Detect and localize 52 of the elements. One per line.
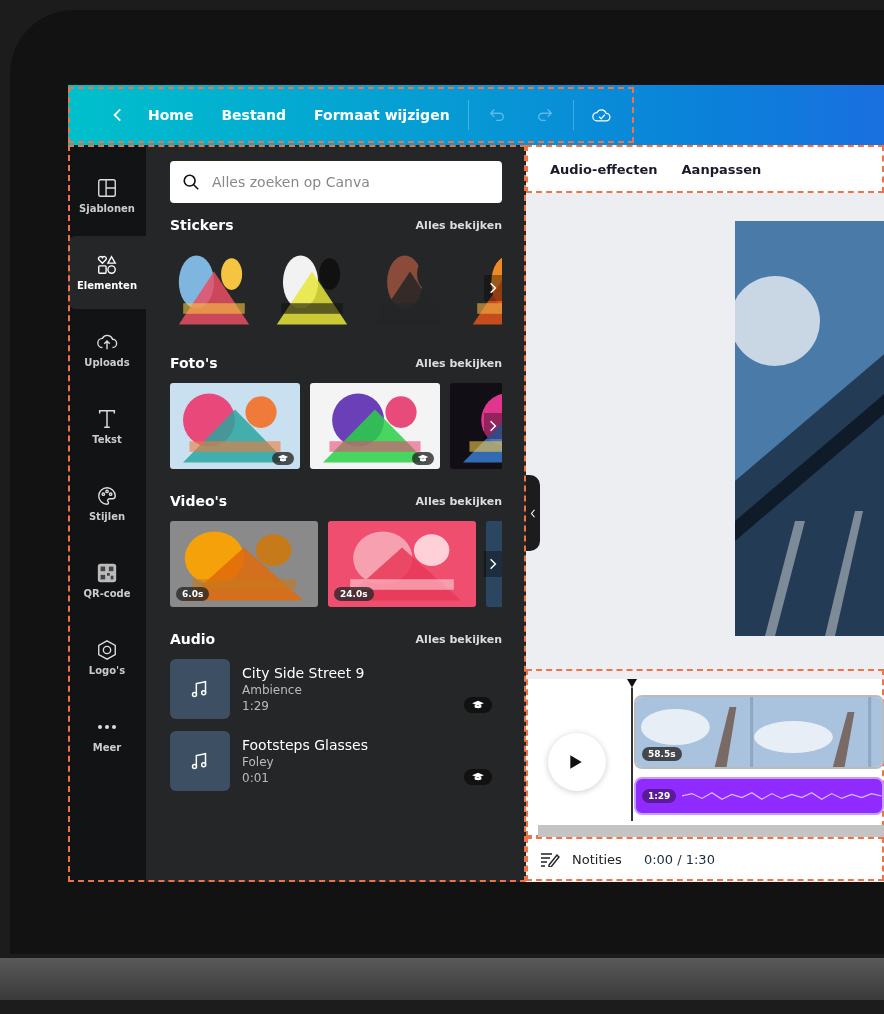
see-all-link[interactable]: Alles bekijken [415,632,502,646]
notes-button[interactable]: Notities [540,851,622,867]
search-field[interactable]: Alles zoeken op Canva [170,161,502,203]
next-arrow-button[interactable] [484,275,502,301]
toolbar-button[interactable]: Audio-effecten [538,161,670,177]
scroll-bar[interactable] [538,825,884,837]
search-icon [182,173,200,191]
video-track[interactable]: 58.5s [634,695,884,769]
shapes-icon [96,254,118,276]
duration-badge: 1:29 [642,789,677,803]
audio-thumbnail [170,659,230,719]
playback-time: 0:00 / 1:30 [643,851,715,867]
track-category: Ambience [242,683,303,697]
track-duration: 0:01 [242,771,270,785]
audio-track-item[interactable]: City Side Street 9 Ambience 1:29 [170,659,502,719]
see-all-link[interactable]: Alles bekijken [415,356,502,370]
text-icon [96,408,118,430]
next-arrow-button[interactable] [484,413,502,439]
duration-badge: 58.5s [642,747,682,761]
chevron-right-icon [489,419,497,433]
play-icon [569,754,583,770]
palette-icon [96,485,118,507]
see-all-link[interactable]: Alles bekijken [415,218,502,232]
track-title: Footsteps Glasses [242,737,369,753]
play-button[interactable] [548,733,606,791]
audio-track-item[interactable]: Footsteps Glasses Foley 0:01 [170,731,502,791]
cloud-check-icon[interactable] [591,106,612,124]
more-icon [97,725,117,729]
collapse-panel-button[interactable] [526,475,540,551]
section-title: Video's [170,493,228,509]
audio-track[interactable]: 1:29 [634,777,884,815]
section-title: Audio [170,631,216,647]
audio-thumbnail [170,731,230,791]
hexagon-icon [96,639,118,661]
notes-icon [540,851,560,867]
chevron-left-icon [530,508,536,518]
track-duration: 1:29 [242,699,270,713]
qr-code-icon [96,562,118,584]
toolbar-button[interactable]: Aanpassen [669,161,774,177]
chevron-right-icon [489,557,497,571]
see-all-link[interactable]: Alles bekijken [415,494,502,508]
section-title: Foto's [170,355,218,371]
chevron-right-icon [489,281,497,295]
playhead[interactable] [626,679,638,821]
duration-badge: 6.0s [176,587,210,601]
track-category: Foley [242,755,275,769]
section-title: Stickers [170,217,234,233]
rail-tab[interactable]: Elementen [68,236,146,309]
track-title: City Side Street 9 [242,665,366,681]
layout-icon [96,177,118,199]
duration-badge: 24.0s [334,587,374,601]
next-arrow-button[interactable] [484,551,502,577]
